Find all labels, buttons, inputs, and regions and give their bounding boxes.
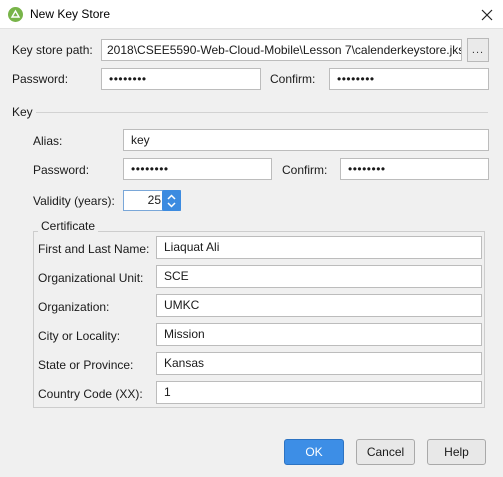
browse-button[interactable]: ... bbox=[467, 38, 489, 62]
organization-label: Organization: bbox=[38, 300, 110, 314]
keystore-confirm-label: Confirm: bbox=[270, 72, 316, 86]
close-button[interactable] bbox=[470, 0, 503, 29]
chevron-down-icon[interactable] bbox=[167, 201, 176, 208]
certificate-title: Certificate bbox=[38, 219, 99, 233]
key-section-divider bbox=[36, 112, 488, 113]
validity-spin-buttons[interactable] bbox=[162, 190, 181, 211]
window-title: New Key Store bbox=[30, 7, 111, 21]
state-province-input[interactable]: Kansas bbox=[156, 352, 482, 375]
close-icon bbox=[481, 9, 492, 20]
keystore-path-input[interactable]: 2018\CSEE5590-Web-Cloud-Mobile\Lesson 7\… bbox=[101, 39, 462, 61]
cancel-button[interactable]: Cancel bbox=[356, 439, 415, 465]
country-code-input[interactable]: 1 bbox=[156, 381, 482, 404]
alias-label: Alias: bbox=[33, 134, 63, 148]
city-locality-label: City or Locality: bbox=[38, 329, 121, 343]
city-locality-input[interactable]: Mission bbox=[156, 323, 482, 346]
help-button[interactable]: Help bbox=[427, 439, 486, 465]
key-section-label: Key bbox=[12, 105, 33, 119]
state-province-label: State or Province: bbox=[38, 358, 134, 372]
key-confirm-field[interactable]: •••••••• bbox=[340, 158, 489, 180]
ok-button[interactable]: OK bbox=[284, 439, 344, 465]
key-password-label: Password: bbox=[33, 163, 90, 177]
alias-input[interactable]: key bbox=[123, 129, 489, 151]
keystore-confirm-field[interactable]: •••••••• bbox=[329, 68, 489, 90]
validity-value[interactable]: 25 bbox=[124, 191, 161, 210]
validity-label: Validity (years): bbox=[33, 194, 115, 208]
validity-spinner[interactable]: 25 bbox=[123, 190, 181, 211]
country-code-label: Country Code (XX): bbox=[38, 387, 143, 401]
first-last-name-input[interactable]: Liaquat Ali bbox=[156, 236, 482, 259]
organizational-unit-label: Organizational Unit: bbox=[38, 271, 144, 285]
keystore-password-field[interactable]: •••••••• bbox=[101, 68, 261, 90]
chevron-up-icon[interactable] bbox=[167, 193, 176, 200]
key-confirm-label: Confirm: bbox=[282, 163, 328, 177]
first-last-name-label: First and Last Name: bbox=[38, 242, 150, 256]
android-studio-icon bbox=[8, 7, 23, 22]
key-password-field[interactable]: •••••••• bbox=[123, 158, 272, 180]
keystore-path-label: Key store path: bbox=[12, 43, 93, 57]
keystore-password-label: Password: bbox=[12, 72, 69, 86]
organization-input[interactable]: UMKC bbox=[156, 294, 482, 317]
organizational-unit-input[interactable]: SCE bbox=[156, 265, 482, 288]
